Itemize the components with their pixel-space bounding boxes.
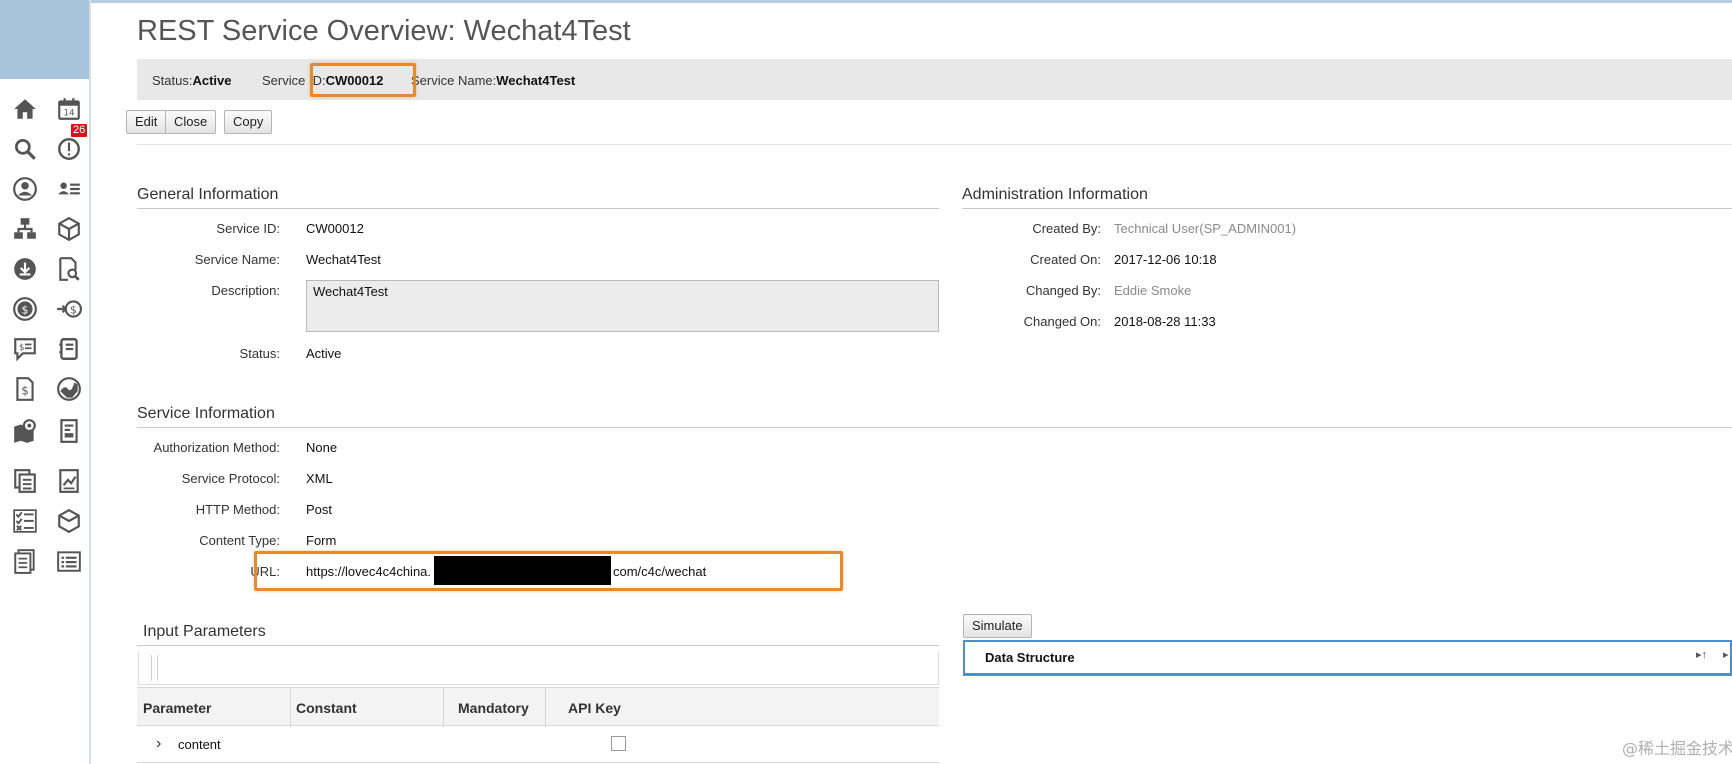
changed-on-label: Changed On:	[1023, 314, 1101, 329]
service-id-label: Service ID:	[216, 221, 280, 236]
report-icon[interactable]	[55, 417, 83, 445]
receipt-dollar-icon[interactable]: $	[11, 375, 39, 403]
input-params-title: Input Parameters	[143, 623, 266, 640]
toolbar-divider	[137, 144, 1732, 145]
service-info-divider	[137, 427, 1732, 428]
service-id-value: CW00012	[306, 221, 364, 236]
column-header-api-key[interactable]: API Key	[568, 700, 621, 716]
search-doc-icon[interactable]	[55, 255, 83, 283]
column-header-constant[interactable]: Constant	[296, 700, 357, 716]
documents-icon[interactable]	[11, 467, 39, 495]
description-textarea[interactable]: Wechat4Test	[306, 280, 939, 332]
dollar-icon[interactable]: $	[11, 295, 39, 323]
calendar-icon[interactable]: 14	[55, 95, 83, 123]
content-type-label: Content Type:	[199, 533, 280, 548]
watermark: @稀土掘金技术社区	[1622, 739, 1732, 758]
status-value: Active	[306, 346, 342, 361]
created-by-label: Created By:	[1032, 221, 1101, 236]
admin-info-divider	[962, 208, 1732, 209]
contacts-list-icon[interactable]	[55, 175, 83, 203]
svg-text:$: $	[21, 383, 29, 397]
rail-header-block	[0, 0, 91, 79]
general-info-title: General Information	[137, 186, 279, 203]
expand-chevron-icon[interactable]: ›	[156, 735, 161, 753]
org-chart-icon[interactable]	[11, 215, 39, 243]
http-method-value: Post	[306, 502, 333, 517]
service-name-label: Service Name:	[194, 252, 280, 267]
protocol-value: XML	[306, 471, 333, 486]
chart-doc-icon[interactable]	[55, 467, 83, 495]
data-structure-panel: Data Structure ▸↑ ▸	[963, 640, 1732, 676]
service-info-title: Service Information	[137, 405, 275, 422]
download-icon[interactable]	[11, 255, 39, 283]
checklist-icon[interactable]	[11, 507, 39, 535]
status-field: Status:Active	[152, 73, 232, 88]
auth-method-value: None	[306, 440, 338, 455]
column-header-mandatory[interactable]: Mandatory	[458, 700, 529, 716]
svg-text:$: $	[19, 343, 25, 353]
scroll-right-icon[interactable]: ▸	[1723, 648, 1729, 661]
column-separator	[443, 688, 444, 727]
toolbar-separator	[157, 655, 158, 681]
auth-method-label: Authorization Method:	[153, 440, 280, 455]
created-on-label: Created On:	[1030, 252, 1101, 267]
box-icon[interactable]	[55, 507, 83, 535]
search-icon[interactable]	[11, 135, 39, 163]
map-pin-icon[interactable]	[11, 417, 39, 445]
changed-on-value: 2018-08-28 11:33	[1114, 314, 1216, 329]
toolbar-separator	[151, 655, 152, 681]
alert-icon[interactable]	[55, 135, 83, 163]
admin-info-title: Administration Information	[962, 186, 1148, 203]
transfer-dollar-icon[interactable]: $	[55, 295, 83, 323]
doc-list-icon[interactable]	[11, 547, 39, 575]
protocol-label: Service Protocol:	[181, 471, 280, 486]
notebook-icon[interactable]	[55, 335, 83, 363]
created-on-value: 2017-12-06 10:18	[1114, 252, 1217, 267]
svg-text:$: $	[70, 303, 77, 316]
table-header: Parameter Constant Mandatory API Key	[137, 687, 939, 727]
changed-by-value: Eddie Smoke	[1114, 283, 1192, 298]
created-by-value: Technical User(SP_ADMIN001)	[1114, 221, 1297, 236]
list-icon[interactable]	[55, 547, 83, 575]
table-toolbar	[138, 651, 939, 685]
home-icon[interactable]	[11, 95, 39, 123]
chat-dollar-icon[interactable]: $	[11, 335, 39, 363]
general-info-divider	[137, 208, 939, 209]
copy-button[interactable]: Copy	[224, 110, 273, 134]
close-button[interactable]: Close	[165, 110, 217, 134]
person-icon[interactable]	[11, 175, 39, 203]
column-separator	[290, 688, 291, 727]
content-type-value: Form	[306, 533, 337, 548]
simulate-button[interactable]: Simulate	[963, 614, 1032, 638]
svg-text:14: 14	[63, 109, 75, 119]
package-icon[interactable]	[55, 215, 83, 243]
edit-button[interactable]: Edit	[126, 110, 167, 134]
svg-text:$: $	[22, 303, 29, 316]
http-method-label: HTTP Method:	[195, 502, 280, 517]
table-row[interactable]: › content	[137, 727, 939, 763]
data-structure-title: Data Structure	[985, 650, 1075, 665]
sort-icon[interactable]: ▸↑	[1696, 648, 1707, 661]
service-id-highlight	[310, 63, 416, 97]
column-separator	[545, 688, 546, 727]
input-params-divider	[137, 645, 939, 646]
page-title: REST Service Overview: Wechat4Test	[137, 15, 631, 47]
service-name-value: Wechat4Test	[306, 252, 381, 267]
service-name-field: Service Name:Wechat4Test	[411, 73, 576, 88]
globe-chart-icon[interactable]	[55, 375, 83, 403]
parameter-name: content	[178, 737, 221, 752]
description-label: Description:	[211, 283, 280, 298]
changed-by-label: Changed By:	[1025, 283, 1101, 298]
main-content: REST Service Overview: Wechat4Test Statu…	[91, 3, 1732, 764]
alert-count-badge: 26	[71, 124, 88, 137]
column-header-parameter[interactable]: Parameter	[143, 700, 212, 716]
left-nav-rail: 14 26 $ $ $ $	[0, 0, 91, 764]
url-highlight	[254, 551, 843, 591]
status-label: Status:	[239, 346, 280, 361]
mandatory-checkbox[interactable]	[611, 736, 626, 751]
